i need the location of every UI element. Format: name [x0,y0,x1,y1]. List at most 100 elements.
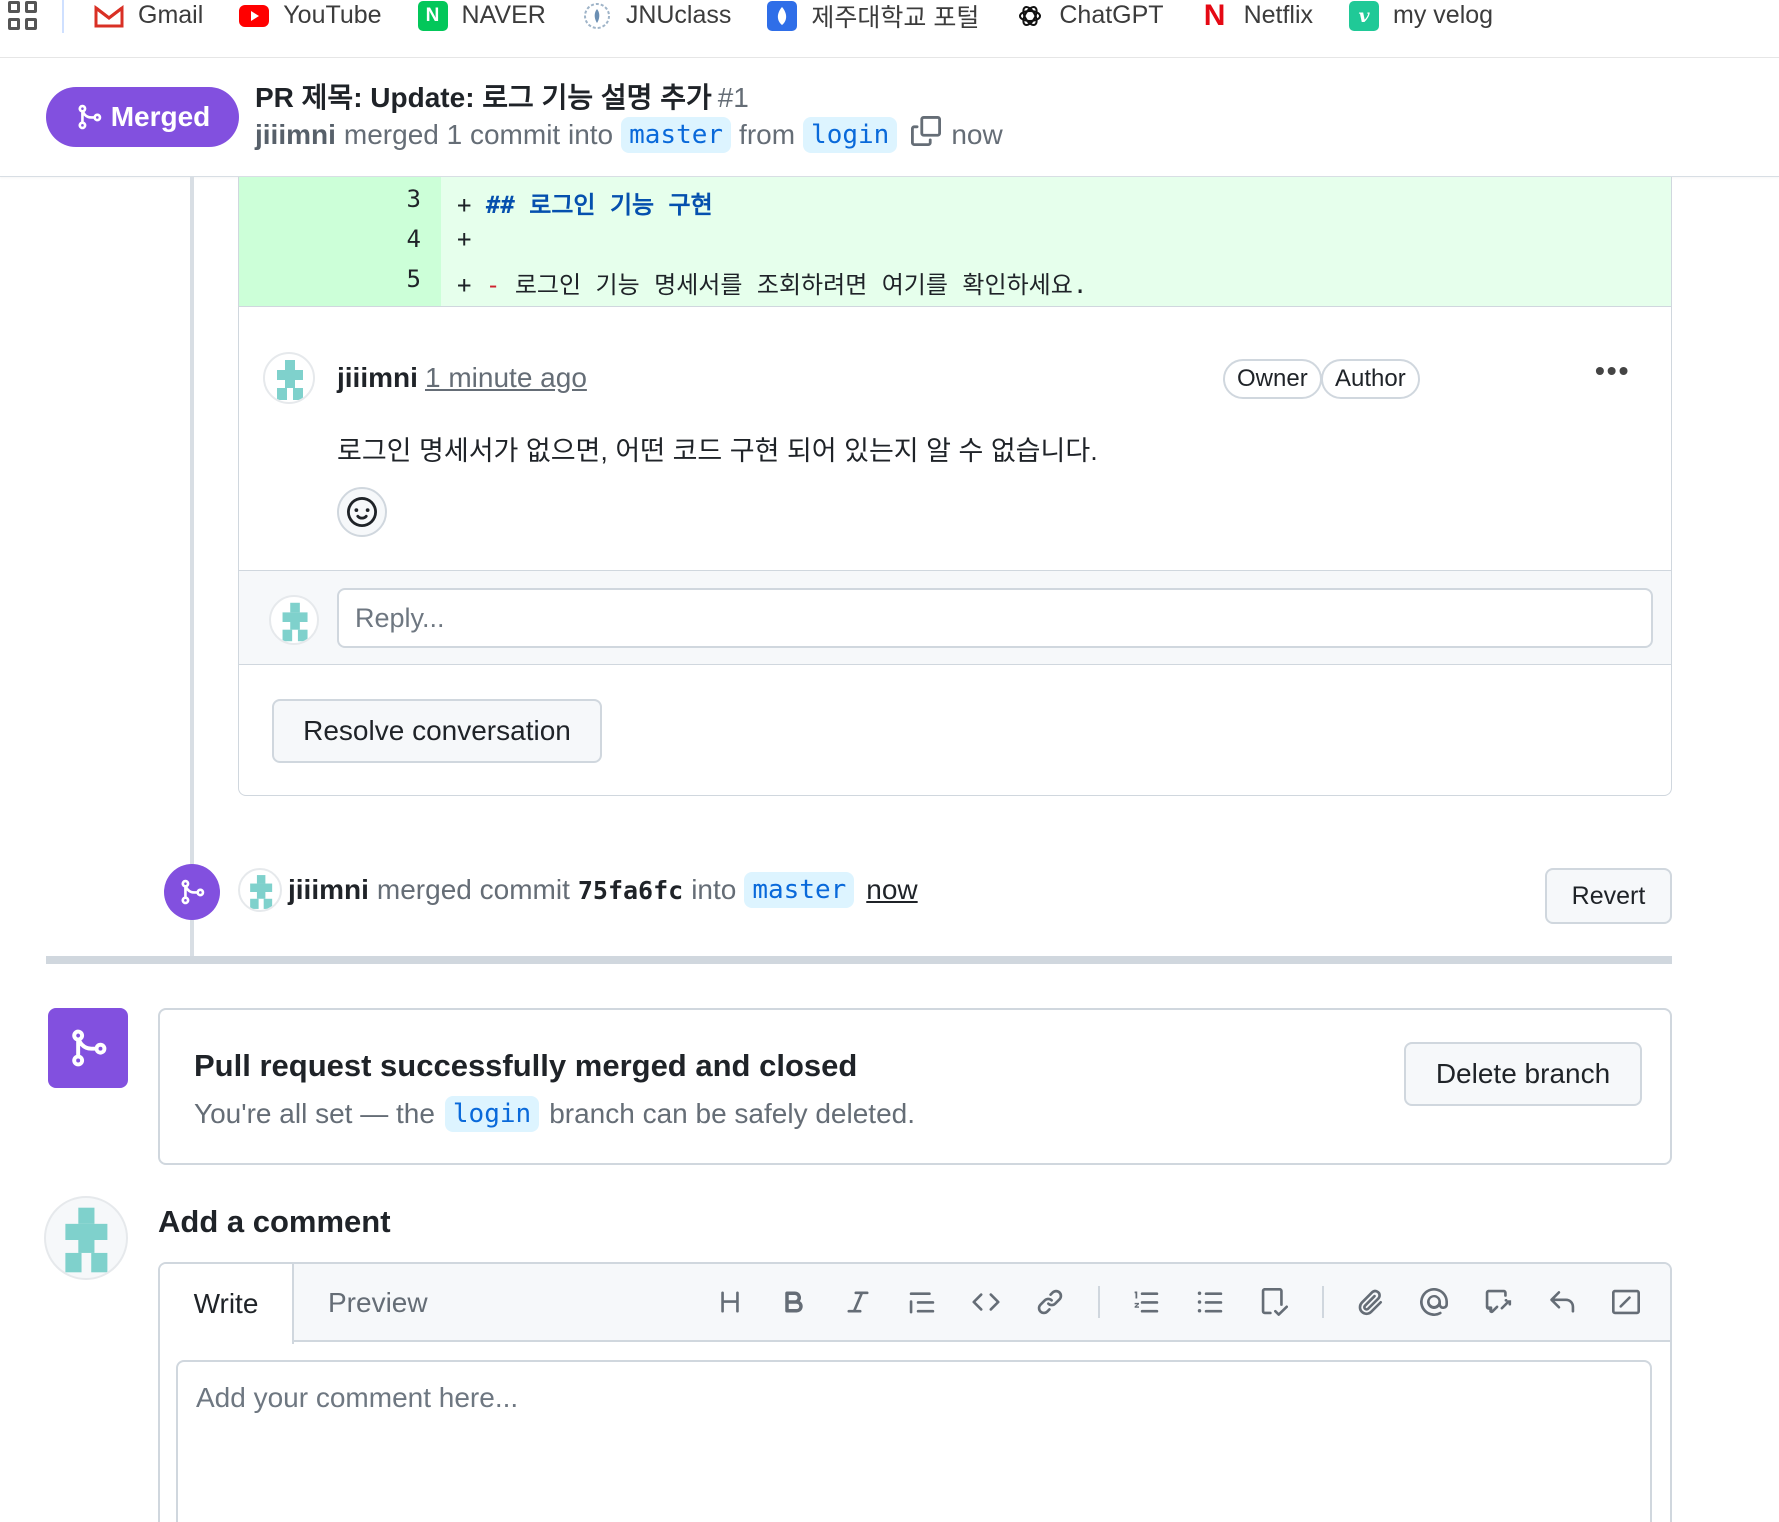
git-merge-icon [72,1029,107,1067]
avatar[interactable] [44,1196,128,1280]
pr-merged-text: merged 1 commit into [343,118,614,150]
diff-hunk: 3 + ## 로그인 기능 구현 4 + 5 + - 로그인 기능 명세서를 조… [238,177,1672,307]
add-comment-title: Add a comment [158,1204,391,1239]
git-merge-icon [181,879,205,905]
apps-grid-icon[interactable] [8,0,38,31]
code-icon[interactable] [968,1284,1004,1320]
review-thread: jiiimni 1 minute ago Owner Author ••• 로그… [238,307,1672,796]
diff-plus: + [457,271,472,299]
git-merge-icon [78,104,101,130]
tab-write[interactable]: Write [160,1264,294,1344]
task-list-icon[interactable] [1256,1284,1292,1320]
netflix-icon: N [1203,0,1226,32]
diff-line: 4 + [239,217,1671,257]
bookmark-gmail[interactable]: Gmail [94,1,203,31]
merge-event-text: merged commit [376,874,570,905]
delete-branch-button[interactable]: Delete branch [1404,1042,1642,1106]
chatgpt-icon [1015,1,1045,31]
diff-text: 로그인 기능 명세서를 조회하려면 여기를 확인하세요. [514,271,1088,299]
bookmark-label: Gmail [138,1,204,29]
reply-area: Reply... [239,570,1671,665]
bold-icon[interactable] [776,1284,812,1320]
tab-preview[interactable]: Preview [328,1264,428,1342]
bulleted-list-icon[interactable] [1192,1284,1228,1320]
diff-line: 5 + - 로그인 기능 명세서를 조회하려면 여기를 확인하세요. [239,257,1671,300]
pr-title: PR 제목: Update: 로그 기능 설명 추가 #1 [255,76,749,116]
avatar[interactable] [269,595,319,645]
comment-timestamp-link[interactable]: 1 minute ago [425,362,587,394]
line-number[interactable]: 4 [239,225,421,253]
commit-sha-link[interactable]: 75fa6fc [578,876,683,905]
merge-event-badge [164,864,220,920]
bookmark-label: YouTube [283,1,382,29]
diff-plus: + [457,191,472,219]
bookmark-chatgpt[interactable]: ChatGPT [1015,1,1164,31]
jeju-portal-icon [767,0,798,31]
merged-status-subtitle: You're all set — the login branch can be… [194,1096,915,1132]
comment-author-link[interactable]: jiiimni [337,362,418,394]
merge-target-branch-link[interactable]: master [744,872,855,908]
pr-title-text: PR 제목: Update: 로그 기능 설명 추가 [255,82,712,113]
pr-subtitle: jiiimni merged 1 commit into master from… [255,116,1003,153]
pr-state-label: Merged [110,101,211,132]
smiley-icon [347,497,377,527]
bookmark-velog[interactable]: v my velog [1349,0,1494,31]
base-branch-link[interactable]: master [621,116,732,153]
merge-event-author-link[interactable]: jiiimni [288,874,369,906]
italic-icon[interactable] [840,1284,876,1320]
avatar[interactable] [263,352,315,404]
bookmark-youtube[interactable]: YouTube [239,1,382,31]
pr-from-text: from [739,118,796,150]
editor-toolbar: Write Preview [160,1264,1670,1344]
more-options-icon[interactable]: ••• [1595,355,1630,387]
numbered-list-icon[interactable] [1128,1284,1164,1320]
diff-list-dash: - [485,271,501,299]
pr-number: #1 [717,82,749,113]
copy-icon[interactable] [911,116,942,153]
bookmark-netflix[interactable]: N Netflix [1200,0,1314,32]
pr-time: now [951,118,1003,150]
diff-code: + [457,225,471,253]
add-reaction-button[interactable] [337,487,387,537]
avatar[interactable] [238,868,282,912]
comment-textarea[interactable]: Add your comment here... [176,1360,1652,1522]
reply-icon[interactable] [1544,1284,1580,1320]
youtube-icon [239,1,270,31]
merge-event-into: into [691,874,737,905]
timeline-line [190,177,194,957]
mention-icon[interactable] [1416,1284,1452,1320]
reply-input[interactable]: Reply... [337,588,1653,648]
velog-icon: v [1349,0,1380,31]
head-branch-link[interactable]: login [803,116,898,153]
line-number[interactable]: 5 [239,265,421,293]
bookmark-naver[interactable]: N NAVER [417,0,546,31]
pr-sticky-header: Merged PR 제목: Update: 로그 기능 설명 추가 #1 jiii… [0,58,1779,177]
bookmark-label: my velog [1393,1,1494,29]
diff-markdown-heading: ## 로그인 기능 구현 [485,191,713,219]
bookmark-label: 제주대학교 포털 [811,3,980,32]
bookmarks-bar: Gmail YouTube N NAVER JNUclass 제주대학교 포털 … [0,0,1779,58]
line-number[interactable]: 3 [239,185,421,213]
merge-event-time-link[interactable]: now [866,874,917,906]
bookmarks-separator [62,0,64,33]
author-badge: Author [1321,359,1420,399]
slash-command-icon[interactable] [1608,1284,1644,1320]
diff-plus: + [457,225,472,253]
pr-state-badge: Merged [46,87,239,147]
diff-code: + - 로그인 기능 명세서를 조회하려면 여기를 확인하세요. [457,265,1087,300]
diff-code: + ## 로그인 기능 구현 [457,185,713,220]
link-icon[interactable] [1032,1284,1068,1320]
quote-icon[interactable] [904,1284,940,1320]
attach-icon[interactable] [1352,1284,1388,1320]
bookmark-label: Netflix [1243,1,1314,29]
pr-author-link[interactable]: jiiimni [255,119,336,151]
cross-reference-icon[interactable] [1480,1284,1516,1320]
resolve-conversation-button[interactable]: Resolve conversation [272,699,602,763]
revert-button[interactable]: Revert [1545,868,1672,924]
comment-editor: Write Preview Add your comment here... [158,1262,1672,1522]
bookmark-jeju-portal[interactable]: 제주대학교 포털 [767,0,979,34]
bookmark-jnuclass[interactable]: JNUclass [582,1,731,31]
merged-status-box: Pull request successfully merged and clo… [158,1008,1672,1165]
head-branch-link[interactable]: login [444,1096,540,1132]
heading-icon[interactable] [712,1284,748,1320]
